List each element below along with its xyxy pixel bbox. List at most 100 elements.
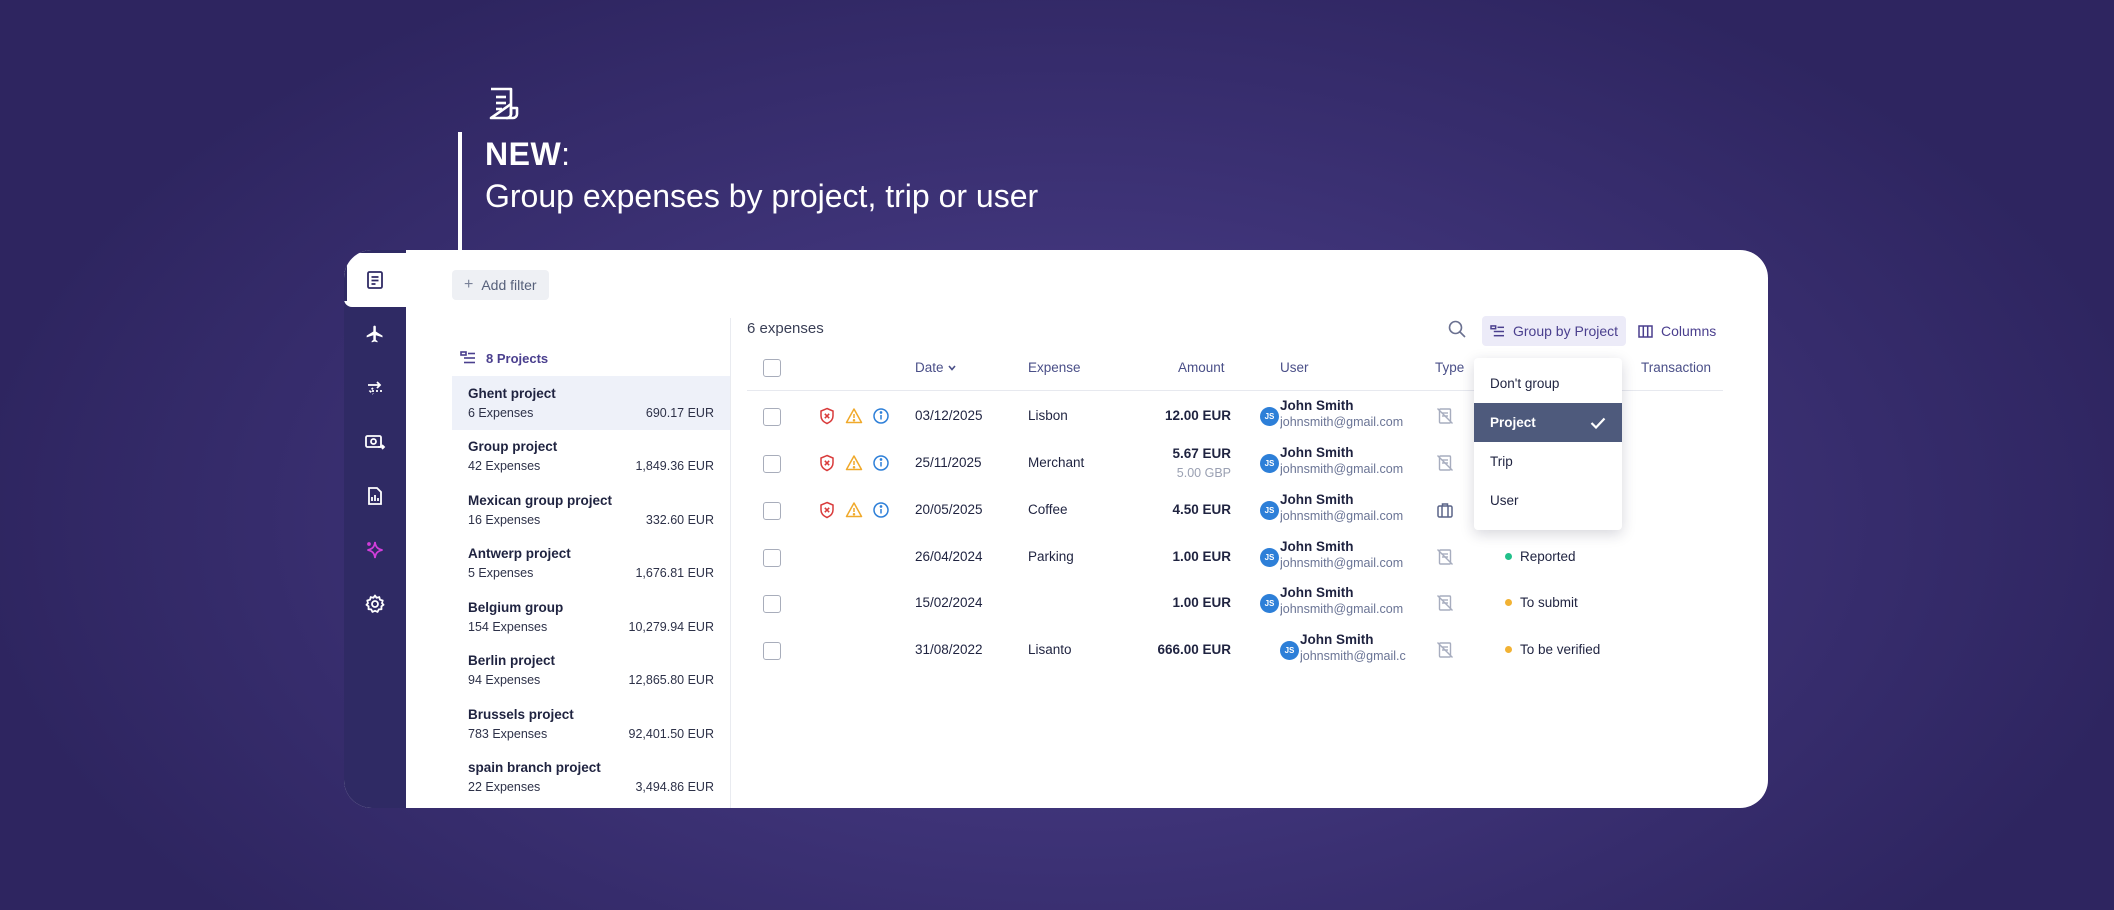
project-item[interactable]: Group project 42 Expenses 1,849.36 EUR bbox=[452, 430, 730, 484]
no-receipt-icon bbox=[1436, 454, 1454, 472]
status-badge: To be verified bbox=[1505, 642, 1600, 657]
row-user-name: John Smith bbox=[1280, 492, 1354, 507]
project-name: Group project bbox=[468, 439, 558, 455]
row-user-name: John Smith bbox=[1300, 632, 1374, 647]
project-name: spain branch project bbox=[468, 760, 601, 776]
group-option[interactable]: User bbox=[1474, 481, 1622, 520]
group-option[interactable]: Project bbox=[1474, 403, 1622, 442]
transfer-icon bbox=[368, 381, 382, 395]
search-button[interactable] bbox=[1446, 318, 1470, 342]
row-checkbox[interactable] bbox=[763, 642, 781, 660]
row-amount: 1.00 EUR bbox=[1172, 549, 1231, 564]
sidebar-item-payments[interactable] bbox=[344, 415, 406, 469]
row-user-name: John Smith bbox=[1280, 398, 1354, 413]
policy-violation-icon[interactable] bbox=[818, 454, 836, 472]
row-checkbox[interactable] bbox=[763, 408, 781, 426]
row-date: 15/02/2024 bbox=[915, 595, 983, 610]
row-amount: 4.50 EUR bbox=[1172, 502, 1231, 517]
row-amount: 666.00 EUR bbox=[1157, 642, 1231, 657]
no-receipt-icon bbox=[1436, 641, 1454, 659]
panel-divider bbox=[730, 318, 731, 808]
group-option-label: User bbox=[1490, 493, 1519, 508]
search-icon bbox=[1448, 320, 1466, 338]
avatar: JS bbox=[1260, 407, 1279, 426]
column-amount[interactable]: Amount bbox=[1178, 360, 1225, 375]
group-by-button[interactable]: Group by Project bbox=[1482, 316, 1627, 346]
row-user-name: John Smith bbox=[1280, 445, 1354, 460]
briefcase-icon bbox=[1436, 501, 1454, 519]
policy-violation-icon[interactable] bbox=[818, 501, 836, 519]
project-expense-count: 6 Expenses bbox=[468, 405, 534, 420]
row-date: 03/12/2025 bbox=[915, 408, 983, 423]
project-name: Belgium group bbox=[468, 599, 564, 615]
sidebar-item-ai[interactable] bbox=[344, 523, 406, 577]
avatar: JS bbox=[1260, 548, 1279, 567]
row-checkbox[interactable] bbox=[763, 455, 781, 473]
warning-icon[interactable] bbox=[845, 454, 863, 472]
project-total: 10,279.94 EUR bbox=[628, 619, 714, 634]
project-item[interactable]: Antwerp project 5 Expenses 1,676.81 EUR bbox=[452, 537, 730, 591]
project-expense-count: 16 Expenses bbox=[468, 512, 541, 527]
column-transaction[interactable]: Transaction bbox=[1641, 360, 1711, 375]
column-type[interactable]: Type bbox=[1435, 360, 1464, 375]
add-filter-button[interactable]: + Add filter bbox=[452, 270, 549, 300]
warning-icon[interactable] bbox=[845, 501, 863, 519]
group-list-icon bbox=[1490, 324, 1504, 336]
app-window: + Add filter 8 Projects Ghent project 6 … bbox=[344, 250, 1768, 808]
row-checkbox[interactable] bbox=[763, 595, 781, 613]
group-option-label: Trip bbox=[1490, 454, 1513, 469]
sidebar-item-transfers[interactable] bbox=[344, 361, 406, 415]
group-option[interactable]: Trip bbox=[1474, 442, 1622, 481]
row-expense: Lisanto bbox=[1028, 642, 1072, 657]
project-list-header: 8 Projects bbox=[452, 340, 730, 376]
gear-icon bbox=[365, 594, 385, 613]
hero-divider bbox=[458, 132, 462, 250]
info-icon[interactable] bbox=[872, 501, 890, 519]
sidebar-item-expenses[interactable] bbox=[344, 253, 406, 307]
row-checkbox[interactable] bbox=[763, 502, 781, 520]
group-option[interactable]: Don't group bbox=[1474, 364, 1622, 403]
column-date[interactable]: Date bbox=[915, 360, 956, 375]
no-receipt-icon bbox=[1436, 407, 1454, 425]
group-option-label: Project bbox=[1490, 415, 1536, 430]
sparkle-icon bbox=[367, 541, 383, 559]
columns-button[interactable]: Columns bbox=[1638, 316, 1716, 346]
select-all-checkbox[interactable] bbox=[763, 359, 781, 377]
project-total: 3,494.86 EUR bbox=[635, 780, 714, 795]
hero-subtitle: Group expenses by project, trip or user bbox=[485, 178, 1039, 214]
project-expense-count: 783 Expenses bbox=[468, 726, 548, 741]
receipt-icon bbox=[486, 86, 520, 120]
plane-icon bbox=[366, 325, 383, 343]
policy-violation-icon[interactable] bbox=[818, 407, 836, 425]
sidebar bbox=[344, 250, 406, 808]
row-date: 26/04/2024 bbox=[915, 549, 983, 564]
sidebar-item-trips[interactable] bbox=[344, 307, 406, 361]
project-item[interactable]: spain branch project 22 Expenses 3,494.8… bbox=[452, 751, 730, 805]
warning-icon[interactable] bbox=[845, 407, 863, 425]
info-icon[interactable] bbox=[872, 407, 890, 425]
row-date: 25/11/2025 bbox=[915, 455, 982, 470]
project-item[interactable]: Berlin project 94 Expenses 12,865.80 EUR bbox=[452, 644, 730, 698]
row-checkbox[interactable] bbox=[763, 549, 781, 567]
column-expense[interactable]: Expense bbox=[1028, 360, 1081, 375]
project-list: 8 Projects Ghent project 6 Expenses 690.… bbox=[452, 340, 730, 808]
sidebar-item-reports[interactable] bbox=[344, 469, 406, 523]
row-user-name: John Smith bbox=[1280, 585, 1354, 600]
project-total: 12,865.80 EUR bbox=[628, 673, 714, 688]
project-item[interactable]: Ghent project 6 Expenses 690.17 EUR bbox=[452, 376, 730, 430]
row-amount: 5.67 EUR bbox=[1172, 446, 1231, 461]
project-expense-count: 5 Expenses bbox=[468, 566, 534, 581]
project-name: Mexican group project bbox=[468, 492, 613, 508]
row-user-email: johnsmith@gmail.com bbox=[1280, 509, 1404, 523]
project-name: Antwerp project bbox=[468, 546, 571, 562]
sidebar-item-settings[interactable] bbox=[344, 577, 406, 631]
project-count-label: 8 Projects bbox=[486, 350, 549, 366]
project-item[interactable]: Mexican group project 16 Expenses 332.60… bbox=[452, 483, 730, 537]
no-receipt-icon bbox=[1436, 548, 1454, 566]
info-icon[interactable] bbox=[872, 454, 890, 472]
project-item[interactable]: Belgium group 154 Expenses 10,279.94 EUR bbox=[452, 590, 730, 644]
row-user-name: John Smith bbox=[1280, 539, 1354, 554]
column-user[interactable]: User bbox=[1280, 360, 1309, 375]
plus-icon: + bbox=[464, 276, 474, 293]
project-item[interactable]: Brussels project 783 Expenses 92,401.50 … bbox=[452, 697, 730, 751]
